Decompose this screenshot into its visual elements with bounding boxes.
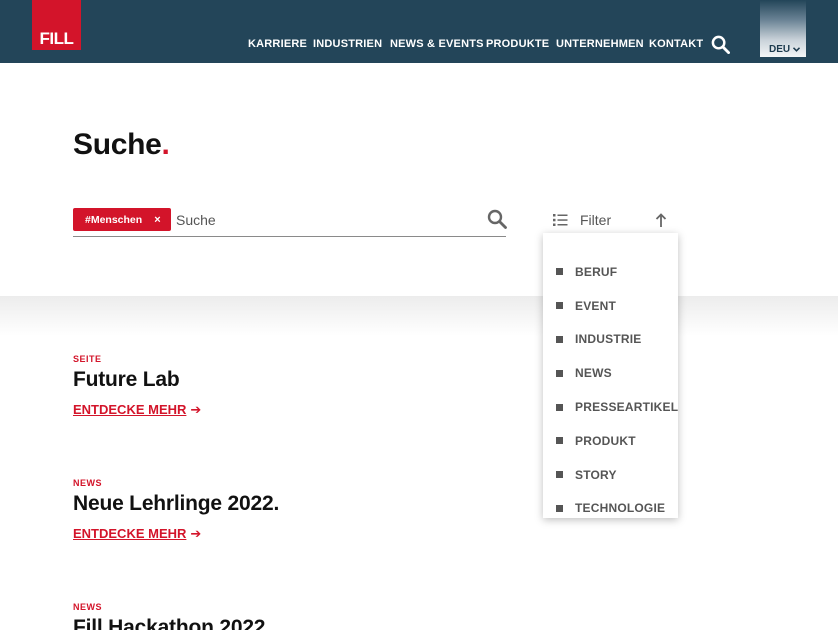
result-item: NEWS Neue Lehrlinge 2022. ENTDECKE MEHR ➔ — [73, 478, 279, 543]
filter-label: Filter — [580, 212, 612, 228]
filter-option-label: INDUSTRIE — [575, 332, 642, 347]
checkbox-icon[interactable] — [556, 504, 563, 512]
nav-item-unternehmen[interactable]: UNTERNEHMEN — [556, 38, 644, 50]
search-icon[interactable] — [487, 209, 507, 229]
filter-option-label: PRODUKT — [575, 433, 636, 448]
result-category: NEWS — [73, 478, 102, 488]
filter-option-event[interactable]: EVENT — [543, 289, 678, 323]
filter-option-label: PRESSEARTIKEL — [575, 400, 679, 415]
result-title[interactable]: Fill Hackathon 2022 — [73, 616, 265, 630]
result-title[interactable]: Future Lab — [73, 368, 201, 392]
nav-item-kontakt[interactable]: KONTAKT — [649, 38, 703, 50]
checkbox-icon[interactable] — [556, 369, 563, 377]
filter-option-presseartikel[interactable]: PRESSEARTIKEL — [543, 390, 678, 424]
fill-logo[interactable]: FILL — [32, 0, 81, 50]
search-input[interactable] — [176, 208, 476, 232]
language-selector[interactable]: DEU — [760, 0, 806, 57]
checkbox-icon[interactable] — [556, 268, 563, 276]
list-icon — [553, 214, 568, 226]
filter-tag-label: #Menschen — [85, 213, 143, 226]
page-title: Suche. — [73, 128, 170, 161]
nav-item-industrien[interactable]: INDUSTRIEN — [313, 38, 382, 50]
arrow-right-icon: ➔ — [190, 526, 202, 541]
checkbox-icon[interactable] — [556, 335, 563, 343]
result-item: SEITE Future Lab ENTDECKE MEHR ➔ — [73, 354, 201, 419]
discover-more-link[interactable]: ENTDECKE MEHR ➔ — [73, 402, 201, 418]
checkbox-icon[interactable] — [556, 471, 563, 479]
arrow-up-icon[interactable] — [655, 213, 667, 228]
nav-item-karriere[interactable]: KARRIERE — [248, 38, 307, 50]
chevron-down-icon — [792, 47, 800, 52]
section-divider — [0, 296, 838, 336]
filter-option-beruf[interactable]: BERUF — [543, 255, 678, 289]
result-title[interactable]: Neue Lehrlinge 2022. — [73, 492, 279, 516]
search-bar: #Menschen × — [73, 203, 507, 237]
filter-option-label: STORY — [575, 467, 617, 482]
nav-item-produkte[interactable]: PRODUKTE — [486, 38, 549, 50]
filter-button[interactable]: Filter — [553, 210, 673, 232]
filter-option-industrie[interactable]: INDUSTRIE — [543, 323, 678, 357]
arrow-right-icon: ➔ — [190, 402, 202, 417]
filter-option-label: TECHNOLOGIE — [575, 501, 666, 516]
title-dot: . — [161, 128, 170, 161]
checkbox-icon[interactable] — [556, 403, 563, 411]
filter-option-produkt[interactable]: PRODUKT — [543, 424, 678, 458]
result-item: NEWS Fill Hackathon 2022 — [73, 602, 265, 630]
language-label: DEU — [769, 44, 800, 55]
filter-option-label: EVENT — [575, 298, 617, 313]
filter-dropdown: BERUF EVENT INDUSTRIE NEWS PRESSEARTIKEL… — [543, 233, 678, 518]
checkbox-icon[interactable] — [556, 302, 563, 310]
filter-option-story[interactable]: STORY — [543, 458, 678, 492]
logo-text: FILL — [39, 29, 74, 48]
filter-tag[interactable]: #Menschen × — [73, 208, 171, 231]
close-icon[interactable]: × — [154, 214, 160, 226]
discover-more-link[interactable]: ENTDECKE MEHR ➔ — [73, 526, 201, 542]
filter-option-news[interactable]: NEWS — [543, 356, 678, 390]
checkbox-icon[interactable] — [556, 437, 563, 445]
top-header: FILL KARRIERE INDUSTRIEN NEWS & EVENTS P… — [0, 0, 838, 63]
result-category: SEITE — [73, 354, 102, 364]
filter-option-label: BERUF — [575, 264, 618, 279]
search-icon[interactable] — [711, 35, 730, 54]
filter-option-technologie[interactable]: TECHNOLOGIE — [543, 492, 678, 526]
result-category: NEWS — [73, 602, 102, 612]
filter-option-label: NEWS — [575, 366, 612, 381]
nav-item-news-events[interactable]: NEWS & EVENTS — [390, 38, 484, 50]
